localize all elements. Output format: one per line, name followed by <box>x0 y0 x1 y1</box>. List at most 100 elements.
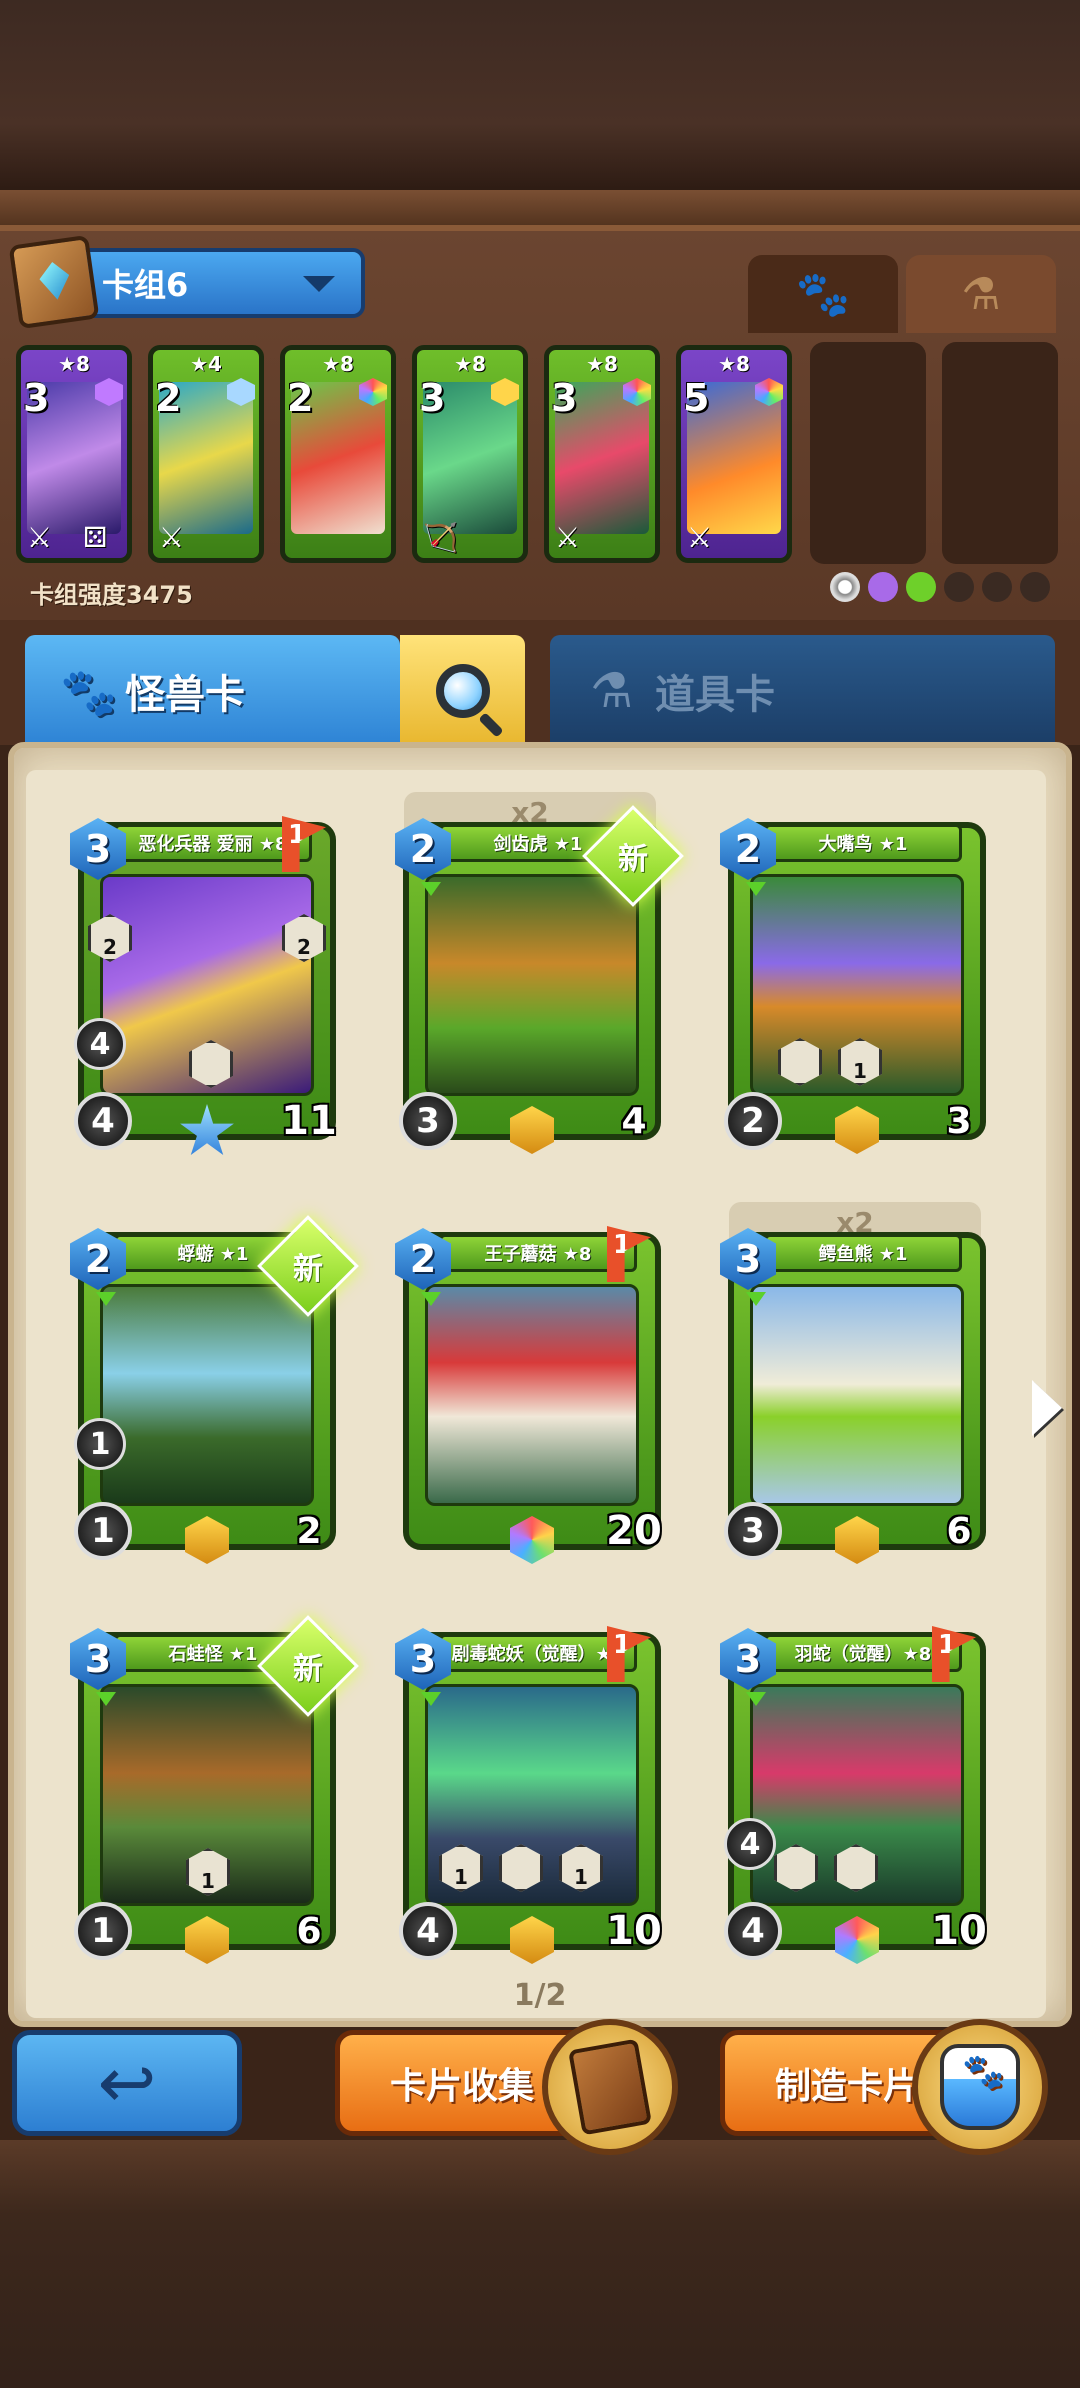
card-collection-button[interactable]: 卡片收集 <box>335 2019 678 2155</box>
green-rune-icon[interactable] <box>906 572 936 602</box>
search-button[interactable] <box>400 635 525 747</box>
collection-card[interactable]: 鳄鱼熊 ★1 3 3 6 <box>720 1228 986 1564</box>
deck-card[interactable]: ★8 2 <box>280 345 396 563</box>
card-collection-label: 卡片收集 <box>390 2066 535 2107</box>
down-arrow-icon <box>746 1692 766 1706</box>
down-arrow-icon <box>746 1292 766 1306</box>
empty-deck-slot[interactable] <box>810 342 926 564</box>
attack-stat: 2 <box>724 1092 782 1150</box>
deck-card-stars: ★8 <box>58 352 90 376</box>
card-collection-icon <box>542 2019 678 2155</box>
attack-stat: 4 <box>74 1092 132 1150</box>
deck-card-cost: 2 <box>155 376 182 420</box>
deck-strength: 卡组强度3475 <box>30 581 193 609</box>
paw-icon: 🐾 <box>795 269 851 320</box>
extra-stat: 4 <box>724 1818 776 1870</box>
deck-card[interactable]: ★8 3 🏹 <box>412 345 528 563</box>
deck-card-stars: ★8 <box>322 352 354 376</box>
health-stat: 20 <box>589 1502 679 1560</box>
health-stat: 6 <box>278 1902 340 1960</box>
tab-monster-label: 怪兽卡 <box>125 672 245 718</box>
deck-card-cost: 3 <box>419 376 446 420</box>
page-indicator: 1/2 <box>513 1978 567 2013</box>
health-stat: 6 <box>928 1502 990 1560</box>
health-stat: 10 <box>914 1902 1004 1960</box>
attack-stat: 3 <box>399 1092 457 1150</box>
attack-stat: 4 <box>399 1902 457 1960</box>
tab-item-deck[interactable]: ⚗ <box>906 255 1056 333</box>
tab-monster-deck[interactable]: 🐾 <box>748 255 898 333</box>
collection-card[interactable]: 王子蘑菇 ★8 2 1 20 <box>395 1226 673 1564</box>
extra-stat: 1 <box>74 1418 126 1470</box>
sword-icon: ⚔ <box>27 521 53 554</box>
top-wood-background <box>0 0 1080 225</box>
deck-card-cost: 5 <box>683 376 710 420</box>
next-page-arrow-icon[interactable] <box>1032 1380 1062 1436</box>
health-stat: 4 <box>603 1092 665 1150</box>
craft-card-button[interactable]: 制造卡片 🐾 <box>720 2019 1048 2155</box>
down-arrow-icon <box>421 1292 441 1306</box>
craft-jar-icon: 🐾 <box>912 2019 1048 2155</box>
collection-card[interactable]: 羽蛇（觉醒）★8 3 1 4 4 10 <box>720 1626 998 1964</box>
down-arrow-icon <box>421 882 441 896</box>
sword-icon: ⚔ <box>555 521 581 554</box>
dark-rune-icon[interactable] <box>982 572 1012 602</box>
purple-rune-icon[interactable] <box>868 572 898 602</box>
bottom-wood-background <box>0 2140 1080 2388</box>
deck-card-stars: ★4 <box>190 352 222 376</box>
potion-icon: ⚗ <box>961 268 1001 320</box>
attack-stat: 1 <box>74 1902 132 1960</box>
tab-monster-cards[interactable]: 🐾 怪兽卡 <box>25 635 400 747</box>
deck-card-stars: ★8 <box>718 352 750 376</box>
health-stat: 11 <box>264 1092 354 1150</box>
health-stat: 3 <box>928 1092 990 1150</box>
neutral-rune-icon[interactable] <box>830 572 860 602</box>
collection-card[interactable]: 剑齿虎 ★1 2 新 3 4 <box>395 805 684 1154</box>
deck-card-cost: 2 <box>287 376 314 420</box>
down-arrow-icon <box>746 882 766 896</box>
collection-card[interactable]: 蜉蝣 ★1 2 新 1 1 2 <box>70 1215 359 1564</box>
collection-card[interactable]: 石蛙怪 ★1 3 新 1 1 6 <box>70 1615 359 1964</box>
deck-card-cost: 3 <box>551 376 578 420</box>
bow-icon: 🏹 <box>423 521 458 554</box>
attack-stat: 1 <box>74 1502 132 1560</box>
dice-stat: 4 <box>74 1018 126 1070</box>
collection-card[interactable]: 大嘴鸟 ★1 2 1 2 3 <box>720 818 986 1154</box>
health-stat: 10 <box>589 1902 679 1960</box>
back-arrow-icon: ↩ <box>97 2042 157 2124</box>
deck-card[interactable]: ★8 3 ⚔ <box>544 345 660 563</box>
card-name: 大嘴鸟 ★1 <box>764 824 962 862</box>
deck-card-cost: 3 <box>23 376 50 420</box>
sword-icon: ⚔ <box>159 521 185 554</box>
down-arrow-icon <box>421 1692 441 1706</box>
attack-stat: 3 <box>724 1502 782 1560</box>
dark-rune-icon[interactable] <box>944 572 974 602</box>
sword-icon: ⚔ <box>687 521 713 554</box>
paw-icon: 🐾 <box>60 665 118 719</box>
craft-card-label: 制造卡片 <box>775 2066 920 2107</box>
card-name: 鳄鱼熊 ★1 <box>764 1234 962 1272</box>
deck-card[interactable]: ★8 5 ⚔ <box>676 345 792 563</box>
deck-card[interactable]: ★4 2 ⚔ <box>148 345 264 563</box>
back-button[interactable]: ↩ <box>12 2030 242 2136</box>
dice-icon: ⚄ <box>83 521 108 554</box>
deck-card[interactable]: ★8 3 ⚔ ⚄ <box>16 345 132 563</box>
down-arrow-icon <box>96 1692 116 1706</box>
deck-card-stars: ★8 <box>586 352 618 376</box>
fire-rune-icon[interactable] <box>1020 572 1050 602</box>
deck-name: 卡组6 <box>102 266 189 304</box>
empty-deck-slot[interactable] <box>942 342 1058 564</box>
health-stat: 2 <box>278 1502 340 1560</box>
tab-item-label: 道具卡 <box>655 672 775 718</box>
potion-icon: ⚗ <box>590 663 634 719</box>
attack-stat: 4 <box>724 1902 782 1960</box>
chevron-down-icon <box>303 276 335 292</box>
search-icon <box>435 664 490 718</box>
tab-item-cards[interactable]: ⚗ 道具卡 <box>550 635 1055 747</box>
down-arrow-icon <box>96 1292 116 1306</box>
deck-book-icon <box>8 234 100 330</box>
rune-filter-row <box>830 572 1050 602</box>
collection-card[interactable]: 恶化兵器 爱丽 ★8 3 1 2 2 4 4 11 <box>70 816 348 1155</box>
deck-card-stars: ★8 <box>454 352 486 376</box>
collection-card[interactable]: 剧毒蛇妖（觉醒）★8 3 1 1 1 4 10 <box>395 1626 673 1964</box>
